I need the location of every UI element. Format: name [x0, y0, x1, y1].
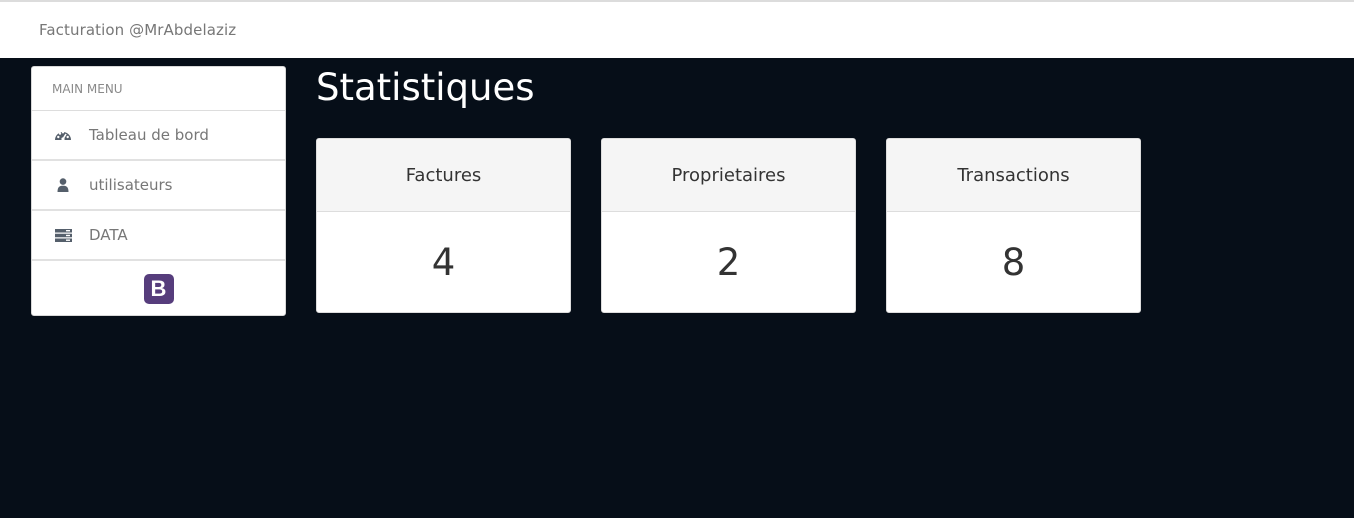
stat-card-value: 4	[431, 240, 456, 284]
stat-card-factures: Factures 4	[316, 138, 571, 313]
sidebar-item-label: DATA	[89, 226, 128, 244]
sidebar-item-tableau-de-bord[interactable]: Tableau de bord	[32, 111, 285, 161]
stat-card-value: 2	[716, 240, 741, 284]
bootstrap-logo-icon: B	[143, 274, 174, 304]
sidebar-item-label: utilisateurs	[89, 176, 173, 194]
navbar-brand[interactable]: Facturation @MrAbdelaziz	[39, 21, 236, 39]
sidebar-item-utilisateurs[interactable]: utilisateurs	[32, 161, 285, 211]
stat-card-title: Factures	[317, 139, 570, 212]
stat-card-transactions: Transactions 8	[886, 138, 1141, 313]
sidebar-item-data[interactable]: DATA	[32, 211, 285, 261]
page-title: Statistiques	[316, 66, 535, 109]
sidebar-menu: MAIN MENU Tableau de bord utilisateurs D…	[31, 66, 286, 316]
dashboard-icon	[54, 126, 72, 144]
stat-card-value: 8	[1001, 240, 1026, 284]
server-icon	[54, 226, 72, 244]
stat-card-title: Transactions	[887, 139, 1140, 212]
sidebar-item-label: Tableau de bord	[89, 126, 209, 144]
stat-card-title: Proprietaires	[602, 139, 855, 212]
user-icon	[54, 176, 72, 194]
main-menu-header: MAIN MENU	[32, 67, 285, 111]
sidebar-footer: B	[32, 261, 285, 315]
stat-card-proprietaires: Proprietaires 2	[601, 138, 856, 313]
top-navbar: Facturation @MrAbdelaziz	[0, 0, 1354, 58]
